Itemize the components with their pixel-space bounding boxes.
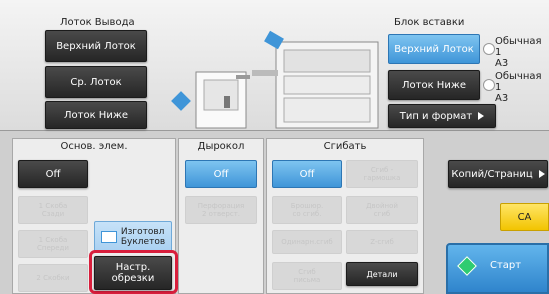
inserter-title: Блок вставки (394, 17, 465, 28)
machine-illustration (171, 30, 379, 129)
staple-off-button[interactable]: Off (18, 160, 88, 188)
staple-2-button[interactable]: 2 Скобки (18, 264, 88, 292)
punch-off-button[interactable]: Off (185, 160, 257, 188)
booklet-button[interactable]: Изготовл Буклетов (94, 221, 172, 253)
letter-fold-button[interactable]: Сгиб письма (272, 262, 342, 290)
booklet-fold-button[interactable]: Брошюр. со сгиб. (272, 196, 342, 224)
paper-size-2: A3 (495, 93, 509, 104)
fold-off-button[interactable]: Off (272, 160, 342, 188)
fold-details-button[interactable]: Детали (346, 262, 418, 286)
paper-size-1: A3 (495, 58, 509, 69)
trim-settings-button[interactable]: Настр. обрезки (94, 256, 172, 290)
output-lower-tray-button[interactable]: Лоток Ниже (45, 101, 147, 129)
start-button[interactable]: Старт (446, 243, 549, 294)
inserter-upper-tray-button[interactable]: Верхний Лоток (388, 34, 480, 64)
accordion-fold-button[interactable]: Сгиб - гармошка (346, 160, 418, 188)
arrow-right-icon (478, 112, 485, 120)
copies-per-page-button[interactable]: Копий/Страниц (448, 160, 548, 188)
paper-type-2: Обычная 1 (495, 71, 542, 93)
arrow-right-icon (538, 170, 545, 178)
z-fold-button[interactable]: Z-сгиб (346, 230, 418, 254)
start-icon (457, 256, 477, 276)
single-fold-button[interactable]: Одинарн.сгиб (272, 230, 342, 254)
paper-type-1: Обычная 1 (495, 36, 542, 58)
clear-all-button[interactable]: CA (500, 203, 549, 231)
paper-icon (483, 79, 495, 91)
output-middle-tray-button[interactable]: Ср. Лоток (45, 66, 147, 98)
booklet-icon (100, 231, 117, 243)
output-tray-title: Лоток Вывода (60, 17, 135, 28)
paper-icon (483, 43, 495, 55)
staple-1-front-button[interactable]: 1 Скоба Спереди (18, 230, 88, 258)
type-format-button[interactable]: Тип и формат (388, 104, 496, 128)
punch-2-hole-button[interactable]: Перфорация 2 отверст. (185, 196, 257, 224)
output-upper-tray-button[interactable]: Верхний Лоток (45, 30, 147, 62)
staple-1-rear-button[interactable]: 1 Скоба Сзади (18, 196, 88, 224)
basic-title: Основ. элем. (60, 141, 128, 152)
punch-title: Дырокол (197, 141, 245, 152)
double-fold-button[interactable]: Двойной сгиб (346, 196, 418, 224)
fold-title: Сгибать (323, 141, 367, 152)
inserter-lower-tray-button[interactable]: Лоток Ниже (388, 70, 480, 100)
